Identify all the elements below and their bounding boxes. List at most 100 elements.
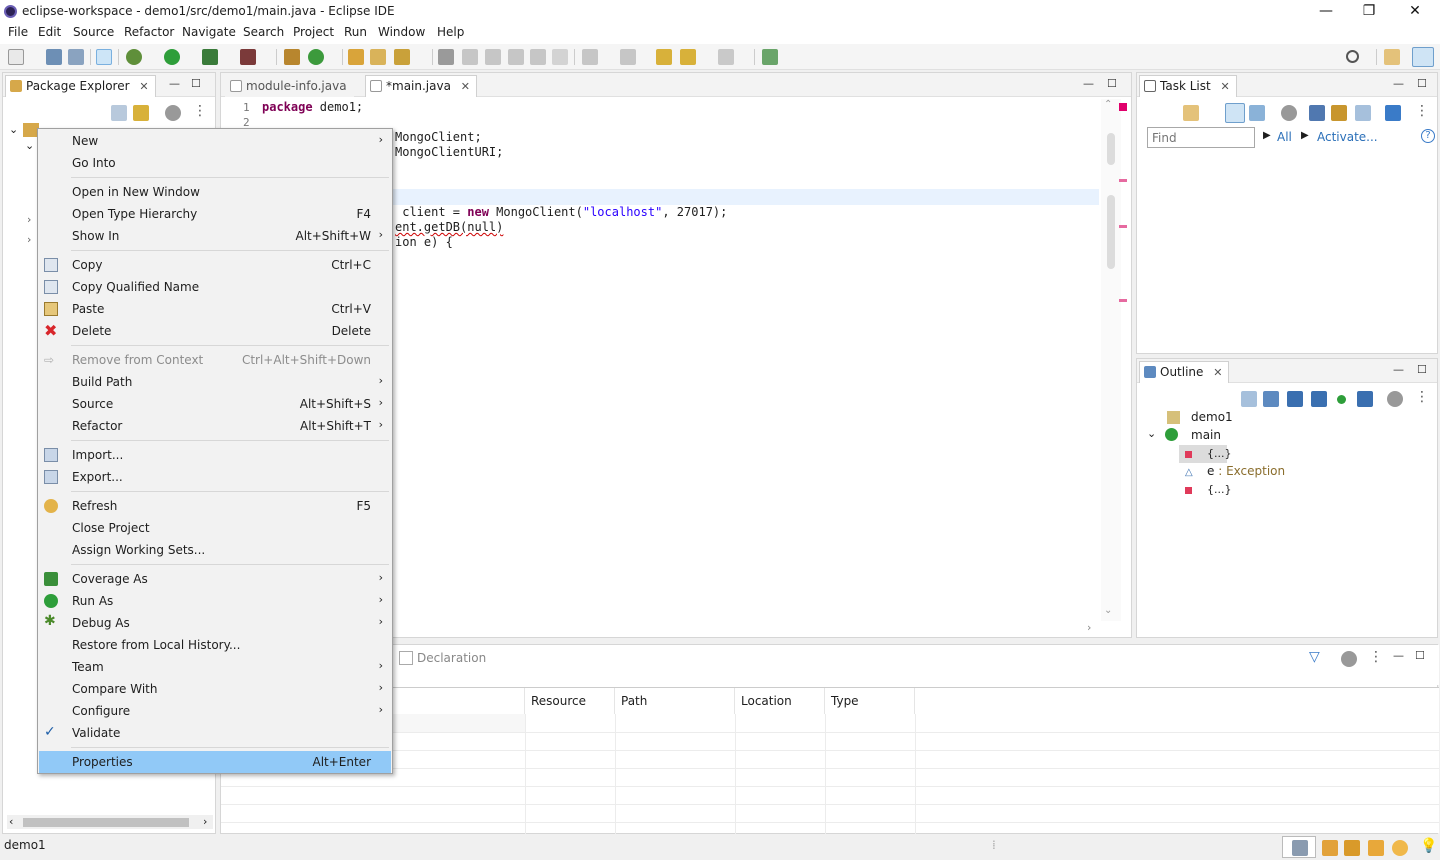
maximize-view-icon[interactable]: ☐: [1107, 77, 1117, 90]
menu-item-source[interactable]: Source Alt+Shift+S ›: [39, 393, 391, 415]
column-location[interactable]: Location: [735, 688, 825, 714]
expand-chevron-icon[interactable]: ⌄: [9, 123, 18, 136]
menu-run[interactable]: Run: [344, 25, 367, 39]
hide-completed-icon[interactable]: [1309, 105, 1325, 121]
view-menu-icon[interactable]: ⋮: [1369, 649, 1383, 665]
menu-item-open-type-hierarchy[interactable]: Open Type Hierarchy F4: [39, 203, 391, 225]
synchronize-icon[interactable]: [1385, 105, 1401, 121]
filter-icon[interactable]: [1281, 105, 1297, 121]
maximize-view-icon[interactable]: ☐: [1417, 77, 1427, 90]
scroll-down-icon[interactable]: ⌄: [1104, 605, 1112, 616]
run-icon[interactable]: [164, 49, 180, 65]
last-edit-location-icon[interactable]: [656, 49, 672, 65]
toggle-breadcrumb-icon[interactable]: [96, 49, 112, 65]
error-overview-icon[interactable]: [1119, 103, 1127, 111]
save-all-icon[interactable]: [68, 49, 84, 65]
scroll-up-icon[interactable]: ⌃: [1104, 99, 1112, 110]
next-annotation-icon[interactable]: [582, 49, 598, 65]
minimize-button[interactable]: —: [1303, 0, 1349, 24]
menu-item-configure[interactable]: Configure ›: [39, 700, 391, 722]
menu-item-run-as[interactable]: Run As ›: [39, 590, 391, 612]
menu-item-build-path[interactable]: Build Path ›: [39, 371, 391, 393]
close-tab-icon[interactable]: ✕: [1221, 80, 1230, 93]
back-icon[interactable]: [680, 49, 696, 65]
samples-icon[interactable]: [1368, 840, 1384, 856]
new-java-package-icon[interactable]: [284, 49, 300, 65]
filter-icon[interactable]: [1387, 391, 1403, 407]
maximize-view-icon[interactable]: ☐: [1415, 649, 1425, 662]
whats-new-icon[interactable]: [1392, 840, 1408, 856]
activate-link[interactable]: Activate...: [1317, 130, 1378, 144]
save-icon[interactable]: [46, 49, 62, 65]
help-icon[interactable]: ?: [1421, 129, 1435, 143]
view-menu-icon[interactable]: ⋮: [1415, 389, 1429, 405]
maximize-view-icon[interactable]: ☐: [1417, 363, 1427, 376]
outline-item-field[interactable]: e : Exception: [1207, 464, 1285, 478]
menu-project[interactable]: Project: [293, 25, 334, 39]
maximize-button[interactable]: ❐: [1346, 0, 1392, 24]
search-icon[interactable]: [394, 49, 410, 65]
new-java-class-icon[interactable]: [308, 49, 324, 65]
all-link[interactable]: All: [1277, 130, 1292, 144]
hide-local-types-icon[interactable]: [1357, 391, 1373, 407]
block-selection-icon[interactable]: [508, 49, 524, 65]
group-icon[interactable]: [1341, 651, 1357, 667]
column-type[interactable]: Type: [825, 688, 915, 714]
focus-icon[interactable]: [1331, 105, 1347, 121]
tab-package-explorer[interactable]: Package Explorer ✕: [5, 75, 156, 97]
open-perspective-icon[interactable]: [1384, 49, 1400, 65]
pin-editor-icon[interactable]: [762, 49, 778, 65]
find-input[interactable]: [1147, 127, 1255, 148]
menu-item-remove-from-context[interactable]: ⇨ Remove from Context Ctrl+Alt+Shift+Down: [39, 349, 391, 371]
expand-chevron-icon[interactable]: ⌄: [1147, 427, 1156, 440]
open-type-icon[interactable]: [348, 49, 364, 65]
outline-item-initializer[interactable]: {...}: [1207, 483, 1232, 496]
menu-item-compare-with[interactable]: Compare With ›: [39, 678, 391, 700]
categorized-icon[interactable]: [1225, 103, 1245, 123]
code-line-error[interactable]: ent.getDB(null): [395, 220, 503, 234]
menu-item-delete[interactable]: ✖ Delete Delete: [39, 320, 391, 342]
new-task-icon[interactable]: [1183, 105, 1199, 121]
minimize-view-icon[interactable]: —: [1393, 77, 1404, 90]
annotation-marker[interactable]: [1119, 179, 1127, 182]
forward-icon[interactable]: [718, 49, 734, 65]
collapse-chevron-icon[interactable]: ›: [27, 213, 31, 226]
minimize-view-icon[interactable]: —: [169, 77, 180, 90]
hide-static-icon[interactable]: [1311, 391, 1327, 407]
outline-item-demo1[interactable]: demo1: [1191, 410, 1233, 424]
code-line[interactable]: package demo1;: [262, 100, 363, 114]
menu-item-coverage-as[interactable]: Coverage As ›: [39, 568, 391, 590]
tab-declaration[interactable]: Declaration: [417, 651, 486, 665]
close-tab-icon[interactable]: ✕: [139, 80, 148, 93]
menu-item-team[interactable]: Team ›: [39, 656, 391, 678]
scrollbar-thumb[interactable]: [1107, 195, 1115, 269]
coverage-icon[interactable]: [202, 49, 218, 65]
minimize-view-icon[interactable]: —: [1393, 649, 1404, 662]
close-button[interactable]: ✕: [1392, 0, 1438, 24]
menu-item-show-in[interactable]: Show In Alt+Shift+W ›: [39, 225, 391, 247]
book-icon[interactable]: [1322, 840, 1338, 856]
code-line[interactable]: MongoClient;: [395, 130, 482, 144]
show-whitespace-icon[interactable]: [552, 49, 568, 65]
annotation-marker[interactable]: [1119, 225, 1127, 228]
column-resource[interactable]: Resource: [525, 688, 615, 714]
filter-icon[interactable]: ▽: [1309, 649, 1320, 665]
close-tab-icon[interactable]: ✕: [1213, 366, 1222, 379]
menu-item-copy-qualified-name[interactable]: Copy Qualified Name: [39, 276, 391, 298]
word-wrap-icon[interactable]: [530, 49, 546, 65]
hide-fields-icon[interactable]: [1287, 391, 1303, 407]
menu-source[interactable]: Source: [73, 25, 114, 39]
menu-item-refactor[interactable]: Refactor Alt+Shift+T ›: [39, 415, 391, 437]
code-line[interactable]: MongoClientURI;: [395, 145, 503, 159]
quick-access-search-icon[interactable]: [1346, 50, 1359, 63]
edit-icon[interactable]: [462, 49, 478, 65]
menu-item-export[interactable]: Export...: [39, 466, 391, 488]
minimize-view-icon[interactable]: —: [1083, 77, 1094, 90]
annotation-icon[interactable]: [438, 49, 454, 65]
external-tools-icon[interactable]: [240, 49, 256, 65]
open-task-icon[interactable]: [370, 49, 386, 65]
mark-occurrences-icon[interactable]: [485, 49, 501, 65]
new-icon[interactable]: [8, 49, 24, 65]
menu-help[interactable]: Help: [437, 25, 464, 39]
debug-icon[interactable]: [126, 49, 142, 65]
